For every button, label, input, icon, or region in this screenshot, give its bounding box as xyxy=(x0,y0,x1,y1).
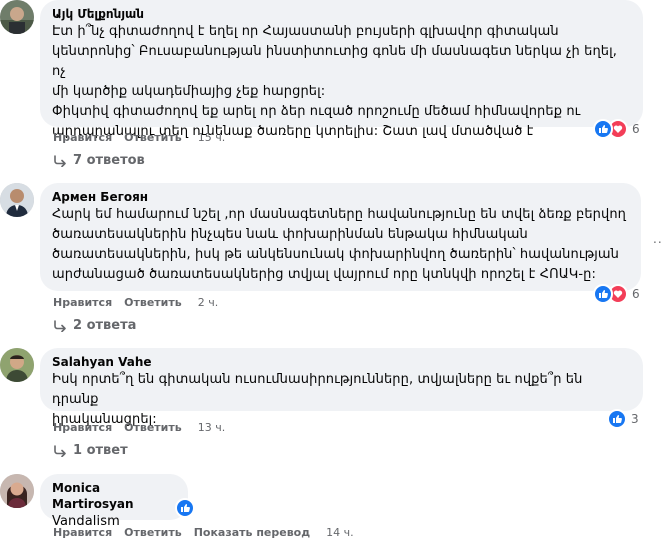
like-reaction-icon xyxy=(175,498,195,518)
comment-text: Հարկ եմ համարում նշել ,որ մասնագետները հ… xyxy=(52,207,627,282)
like-reaction-icon xyxy=(607,409,627,429)
reaction-count: 6 xyxy=(632,287,640,301)
comment-timestamp[interactable]: 14 ч. xyxy=(326,526,354,540)
reaction-summary[interactable]: 3 xyxy=(607,409,639,429)
comment-actions: Нравится Ответить Показать перевод 14 ч. xyxy=(53,526,366,540)
comment-author[interactable]: Այկ Մելքոնյան xyxy=(52,6,631,22)
comment-text: Էտ ի՞նչ գիտաժողով է եղել որ Հայաստանի բո… xyxy=(52,24,618,139)
reply-arrow-icon xyxy=(54,444,66,457)
view-replies-button[interactable]: 7 ответов xyxy=(53,153,145,168)
avatar[interactable] xyxy=(0,0,34,34)
reaction-count: 6 xyxy=(632,122,640,136)
reply-arrow-icon xyxy=(54,154,66,167)
comment-actions: Нравится Ответить 15 ч. xyxy=(53,131,237,145)
comment-timestamp[interactable]: 15 ч. xyxy=(198,131,226,145)
comment-timestamp[interactable]: 13 ч. xyxy=(198,421,226,435)
comment-bubble: Monica Martirosyan Vandalism xyxy=(40,474,188,529)
like-reaction-icon xyxy=(593,119,613,139)
show-translation-button[interactable]: Показать перевод xyxy=(194,526,310,540)
reply-arrow-icon xyxy=(54,319,66,332)
reaction-count: 3 xyxy=(631,412,639,426)
comment-author[interactable]: Salahyan Vahe xyxy=(52,354,631,370)
more-options-icon[interactable]: ... xyxy=(653,232,663,246)
view-replies-button[interactable]: 2 ответа xyxy=(53,318,136,333)
avatar[interactable] xyxy=(0,348,34,382)
like-button[interactable]: Нравится xyxy=(53,131,112,145)
like-reaction-icon xyxy=(593,284,613,304)
reply-button[interactable]: Ответить xyxy=(124,131,182,145)
avatar[interactable] xyxy=(0,474,34,508)
comment-author[interactable]: Армен Бегоян xyxy=(52,189,629,205)
reply-button[interactable]: Ответить xyxy=(124,296,182,310)
comment-author[interactable]: Monica Martirosyan xyxy=(52,480,176,512)
reaction-summary[interactable]: 6 xyxy=(593,119,640,139)
comment-actions: Нравится Ответить 13 ч. xyxy=(53,421,237,435)
replies-count-label: 1 ответ xyxy=(73,443,128,458)
like-button[interactable]: Нравится xyxy=(53,421,112,435)
reaction-summary[interactable] xyxy=(175,498,195,518)
avatar[interactable] xyxy=(0,183,34,217)
comment-timestamp[interactable]: 2 ч. xyxy=(198,296,219,310)
replies-count-label: 7 ответов xyxy=(73,153,145,168)
reaction-summary[interactable]: 6 xyxy=(593,284,640,304)
view-replies-button[interactable]: 1 ответ xyxy=(53,443,128,458)
comment-bubble: Այկ Մելքոնյան Էտ ի՞նչ գիտաժողով է եղել ո… xyxy=(40,0,643,139)
like-button[interactable]: Нравится xyxy=(53,526,112,540)
comment-bubble: Армен Бегоян Հարկ եմ համարում նշել ,որ մ… xyxy=(40,183,641,291)
replies-count-label: 2 ответа xyxy=(73,318,137,333)
like-button[interactable]: Нравится xyxy=(53,296,112,310)
comment-actions: Нравится Ответить 2 ч. xyxy=(53,296,230,310)
comment-bubble: Salahyan Vahe Իսկ որտե՞ղ են գիտական ուսո… xyxy=(40,348,643,427)
reply-button[interactable]: Ответить xyxy=(124,526,182,540)
reply-button[interactable]: Ответить xyxy=(124,421,182,435)
